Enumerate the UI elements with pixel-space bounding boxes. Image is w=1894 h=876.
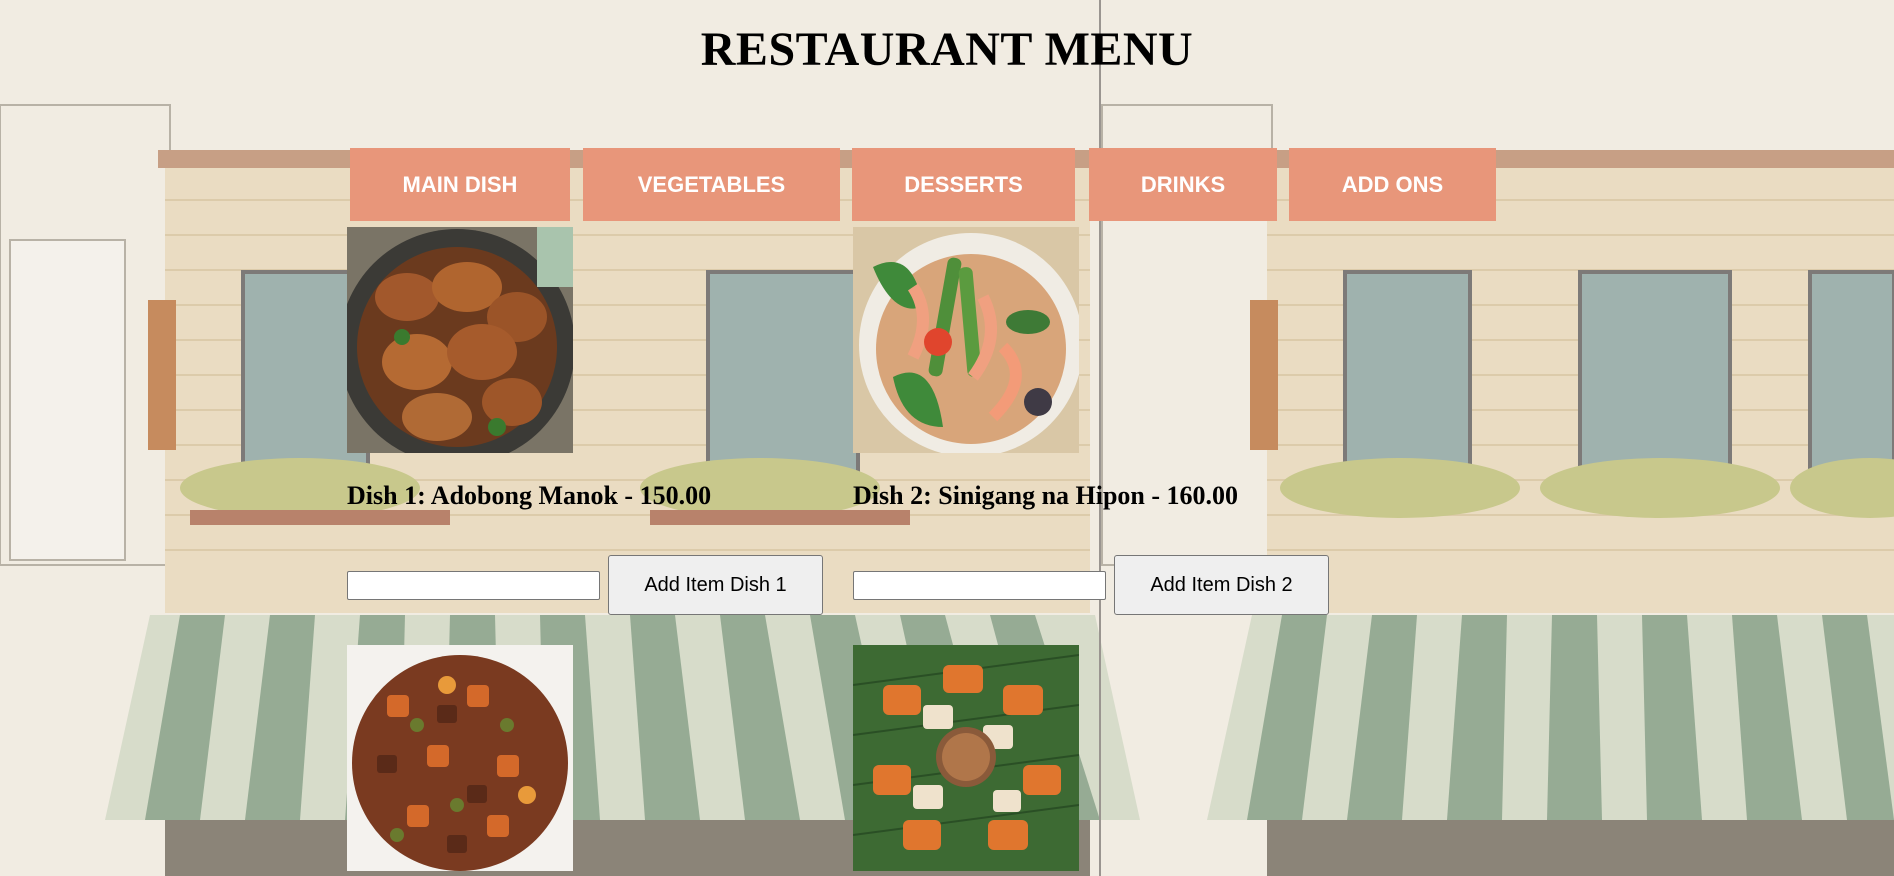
dish-1-label: Dish 1: Adobong Manok - 150.00 — [347, 481, 712, 510]
dish-1-quantity-input[interactable] — [347, 571, 600, 600]
tab-desserts[interactable]: DESSERTS — [852, 148, 1075, 221]
menudo-photo — [347, 645, 573, 871]
dish-2-quantity-input[interactable] — [853, 571, 1106, 600]
tab-vegetables[interactable]: VEGETABLES — [583, 148, 840, 221]
tab-drinks[interactable]: DRINKS — [1089, 148, 1277, 221]
sinigang-na-hipon-photo — [853, 227, 1079, 453]
adobong-manok-photo — [347, 227, 573, 453]
add-item-dish-2-button[interactable]: Add Item Dish 2 — [1114, 555, 1329, 615]
page-title: RESTAURANT MENU — [700, 23, 1194, 76]
tab-add-ons[interactable]: ADD ONS — [1289, 148, 1496, 221]
lechon-photo — [853, 645, 1079, 871]
dish-2-label: Dish 2: Sinigang na Hipon - 160.00 — [853, 481, 1239, 510]
tab-main-dish[interactable]: MAIN DISH — [350, 148, 570, 221]
add-item-dish-1-button[interactable]: Add Item Dish 1 — [608, 555, 823, 615]
